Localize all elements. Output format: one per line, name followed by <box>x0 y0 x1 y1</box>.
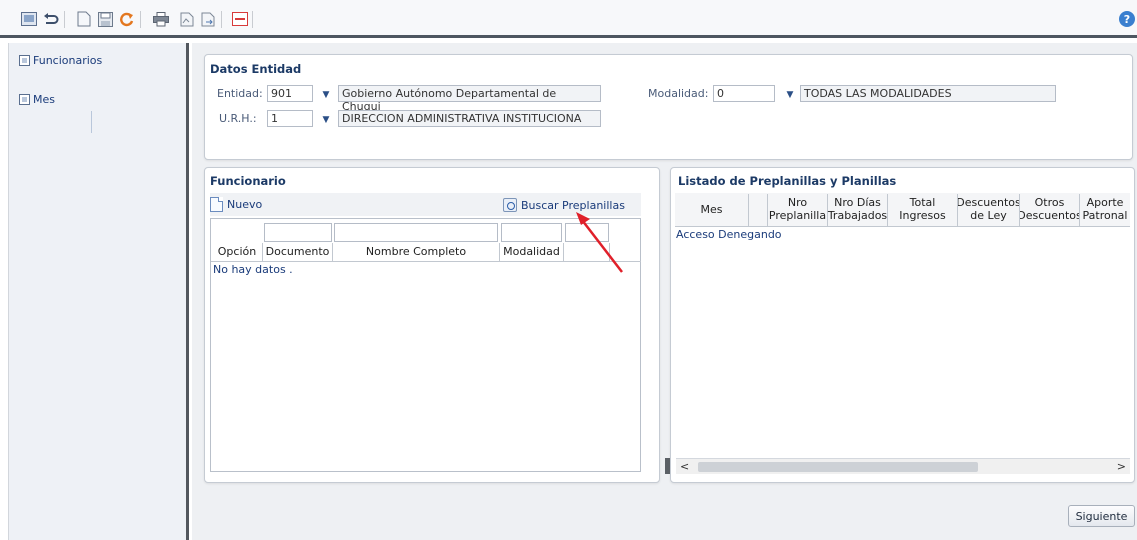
column-header-blank <box>749 194 768 226</box>
column-header-descuentos-ley[interactable]: Descuentos de Ley <box>958 194 1020 226</box>
modalidad-name-field: TODAS LAS MODALIDADES <box>800 85 1056 102</box>
filter-modalidad-input[interactable] <box>501 223 562 242</box>
column-header-documento[interactable]: Documento <box>263 243 333 261</box>
acceso-denegado-message: Acceso Denegando <box>676 228 782 241</box>
urh-label: U.R.H.: <box>219 112 257 125</box>
listado-title: Listado de Preplanillas y Planillas <box>678 174 897 188</box>
empty-message: No hay datos . <box>213 263 293 276</box>
scroll-left-icon[interactable]: < <box>680 460 689 473</box>
siguiente-button[interactable]: Siguiente <box>1068 505 1135 527</box>
column-header-nro-preplanilla[interactable]: Nro Preplanilla <box>768 194 828 226</box>
annotation-arrow <box>576 212 623 273</box>
column-header-nombre[interactable]: Nombre Completo <box>333 243 500 261</box>
filter-documento-input[interactable] <box>264 223 332 242</box>
help-icon[interactable]: ? <box>1119 11 1135 27</box>
column-header-modalidad[interactable]: Modalidad <box>500 243 564 261</box>
checkbox-icon <box>19 55 30 66</box>
column-header-otros-descuentos[interactable]: Otros Descuentos <box>1020 194 1080 226</box>
toolbar-separator <box>252 11 253 28</box>
entidad-label: Entidad: <box>217 87 263 100</box>
entidad-code-field[interactable]: 901 <box>267 85 313 102</box>
search-icon <box>503 198 517 212</box>
urh-dropdown-icon[interactable]: ▼ <box>317 111 335 128</box>
column-header-aporte-patronal[interactable]: Aporte Patronal <box>1080 194 1130 226</box>
report-icon[interactable] <box>178 10 196 28</box>
nav-item-label: Funcionarios <box>33 54 103 67</box>
left-navigator: Funcionarios Mes <box>8 43 189 540</box>
entidad-dropdown-icon[interactable]: ▼ <box>317 86 335 103</box>
horizontal-scrollbar[interactable]: < > <box>676 458 1130 474</box>
toggle-icon[interactable] <box>231 10 249 28</box>
nav-item-label: Mes <box>33 93 55 106</box>
datos-entidad-title: Datos Entidad <box>210 62 302 76</box>
new-document-icon <box>210 197 223 212</box>
modalidad-label: Modalidad: <box>648 87 709 100</box>
modalidad-code-field[interactable]: 0 <box>713 85 775 102</box>
nuevo-label: Nuevo <box>227 198 263 211</box>
save-icon[interactable] <box>96 10 114 28</box>
export-icon[interactable] <box>199 10 217 28</box>
funcionario-title: Funcionario <box>210 174 286 188</box>
print-icon[interactable] <box>152 10 170 28</box>
column-header-mes[interactable]: Mes <box>675 194 749 226</box>
modalidad-dropdown-icon[interactable]: ▼ <box>781 86 799 103</box>
filter-nombre-input[interactable] <box>334 223 498 242</box>
nav-item-mes[interactable]: Mes <box>19 93 55 106</box>
checkbox-icon <box>19 94 30 105</box>
undo-icon[interactable] <box>42 10 60 28</box>
column-header-nro-dias[interactable]: Nro Días Trabajados <box>828 194 888 226</box>
scroll-right-icon[interactable]: > <box>1117 460 1126 473</box>
column-header-total-ingresos[interactable]: Total Ingresos <box>888 194 958 226</box>
urh-name-field: DIRECCION ADMINISTRATIVA INSTITUCIONA <box>338 110 601 127</box>
urh-code-field[interactable]: 1 <box>267 110 313 127</box>
entidad-name-field: Gobierno Autónomo Departamental de Chuqu… <box>338 85 601 113</box>
nav-item-funcionarios[interactable]: Funcionarios <box>19 54 102 67</box>
toolbar-separator <box>64 11 65 28</box>
toolbar-separator <box>140 11 141 28</box>
new-document-icon[interactable] <box>75 10 93 28</box>
toolbar-separator <box>221 11 222 28</box>
scroll-thumb[interactable] <box>698 462 978 472</box>
splitter-handle[interactable] <box>665 458 670 474</box>
column-header-opcion[interactable]: Opción <box>212 243 263 261</box>
print-preview-icon[interactable] <box>20 10 38 28</box>
refresh-icon[interactable] <box>117 10 135 28</box>
nav-connector <box>91 111 92 133</box>
nuevo-button[interactable]: Nuevo <box>210 197 262 212</box>
main-toolbar: ? <box>0 0 1137 38</box>
